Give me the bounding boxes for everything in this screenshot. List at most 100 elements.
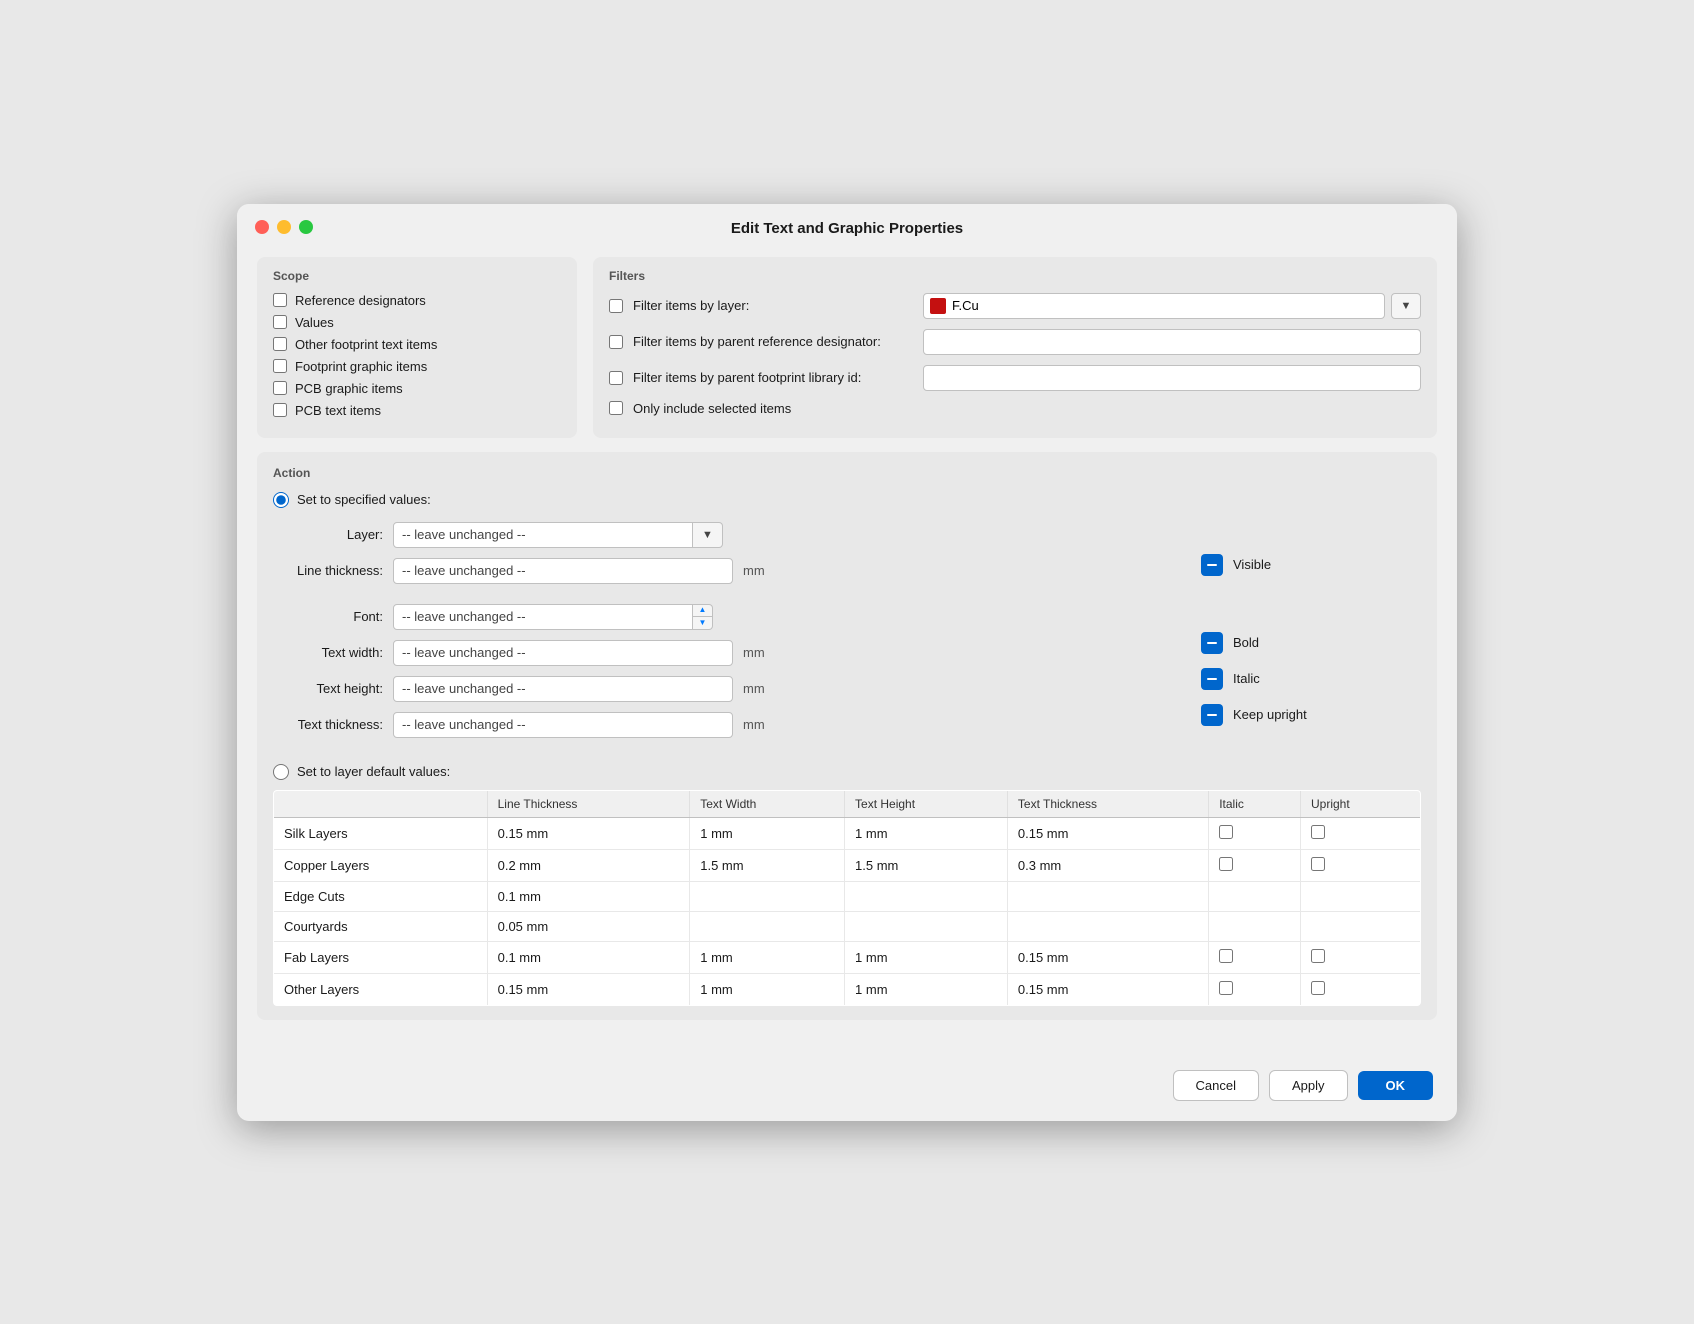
visible-toggle[interactable]	[1201, 554, 1223, 576]
line-thickness-input[interactable]	[393, 558, 733, 584]
only-selected-label: Only include selected items	[633, 401, 913, 416]
scope-label: Scope	[273, 269, 561, 283]
row-text-height-3	[845, 911, 1008, 941]
form-fields: Layer: ▼ Line thickness: mm	[273, 522, 1141, 748]
keep-upright-toggle-indicator	[1207, 714, 1217, 716]
defaults-table: Line Thickness Text Width Text Height Te…	[273, 790, 1421, 1006]
italic-label: Italic	[1233, 671, 1260, 686]
table-row: Fab Layers0.1 mm1 mm1 mm0.15 mm	[274, 941, 1421, 973]
italic-checkbox-1[interactable]	[1219, 857, 1233, 871]
italic-checkbox-0[interactable]	[1219, 825, 1233, 839]
upright-checkbox-4[interactable]	[1311, 949, 1325, 963]
filter-parent-ref-input[interactable]	[923, 329, 1421, 355]
row-text-height-5: 1 mm	[845, 973, 1008, 1005]
apply-button[interactable]: Apply	[1269, 1070, 1348, 1101]
row-upright-3	[1301, 911, 1421, 941]
pcb-graphic-checkbox[interactable]	[273, 381, 287, 395]
ref-designators-label: Reference designators	[295, 293, 426, 308]
traffic-lights	[255, 220, 313, 234]
italic-checkbox-5[interactable]	[1219, 981, 1233, 995]
row-text-width-5: 1 mm	[690, 973, 845, 1005]
font-spinbox-up[interactable]: ▲	[693, 605, 712, 618]
row-name-2: Edge Cuts	[274, 881, 488, 911]
italic-checkbox-4[interactable]	[1219, 949, 1233, 963]
keep-upright-label: Keep upright	[1233, 707, 1307, 722]
text-width-input[interactable]	[393, 640, 733, 666]
maximize-button[interactable]	[299, 220, 313, 234]
layer-field-input[interactable]	[393, 522, 693, 548]
scope-item-ref: Reference designators	[273, 293, 561, 308]
scope-item-pcb-text: PCB text items	[273, 403, 561, 418]
col-header-name	[274, 790, 488, 817]
row-upright-2	[1301, 881, 1421, 911]
row-text-width-3	[690, 911, 845, 941]
font-spinbox-down[interactable]: ▼	[693, 617, 712, 629]
layer-dropdown-wrap: ▼	[393, 522, 723, 548]
line-thickness-field-row: Line thickness: mm	[273, 558, 1141, 584]
row-text-width-1: 1.5 mm	[690, 849, 845, 881]
action-panel: Action Set to specified values: Layer: ▼	[257, 452, 1437, 1020]
row-upright-4	[1301, 941, 1421, 973]
bold-row: Bold	[1201, 632, 1421, 654]
other-footprint-checkbox[interactable]	[273, 337, 287, 351]
set-specified-radio[interactable]	[273, 492, 289, 508]
close-button[interactable]	[255, 220, 269, 234]
text-thickness-input[interactable]	[393, 712, 733, 738]
col-header-italic: Italic	[1209, 790, 1301, 817]
ref-designators-checkbox[interactable]	[273, 293, 287, 307]
only-selected-checkbox[interactable]	[609, 401, 623, 415]
italic-toggle[interactable]	[1201, 668, 1223, 690]
filter-selected-row: Only include selected items	[609, 401, 1421, 416]
text-height-input[interactable]	[393, 676, 733, 702]
bold-toggle[interactable]	[1201, 632, 1223, 654]
row-text-thickness-1: 0.3 mm	[1007, 849, 1208, 881]
titlebar: Edit Text and Graphic Properties	[237, 204, 1457, 247]
top-row: Scope Reference designators Values Other…	[257, 257, 1437, 438]
layer-dropdown-arrow[interactable]: ▼	[1391, 293, 1421, 319]
filter-parent-ref-checkbox[interactable]	[609, 335, 623, 349]
scope-panel: Scope Reference designators Values Other…	[257, 257, 577, 438]
font-label: Font:	[273, 609, 383, 624]
filter-footprint-checkbox[interactable]	[609, 371, 623, 385]
line-thickness-unit: mm	[743, 563, 768, 578]
ok-button[interactable]: OK	[1358, 1071, 1434, 1100]
layer-field-dropdown-btn[interactable]: ▼	[693, 522, 723, 548]
layer-select-display[interactable]: F.Cu	[923, 293, 1385, 319]
font-field-row: Font: ▲ ▼	[273, 604, 1141, 630]
row-upright-1	[1301, 849, 1421, 881]
cancel-button[interactable]: Cancel	[1173, 1070, 1259, 1101]
font-input[interactable]	[393, 604, 693, 630]
values-checkbox[interactable]	[273, 315, 287, 329]
filter-footprint-input[interactable]	[923, 365, 1421, 391]
row-text-width-2	[690, 881, 845, 911]
row-text-width-4: 1 mm	[690, 941, 845, 973]
upright-checkbox-1[interactable]	[1311, 857, 1325, 871]
upright-checkbox-0[interactable]	[1311, 825, 1325, 839]
row-name-1: Copper Layers	[274, 849, 488, 881]
keep-upright-toggle[interactable]	[1201, 704, 1223, 726]
row-text-thickness-0: 0.15 mm	[1007, 817, 1208, 849]
pcb-text-checkbox[interactable]	[273, 403, 287, 417]
filter-layer-checkbox[interactable]	[609, 299, 623, 313]
layer-field-label: Layer:	[273, 527, 383, 542]
italic-row: Italic	[1201, 668, 1421, 690]
set-layer-defaults-radio[interactable]	[273, 764, 289, 780]
keep-upright-row: Keep upright	[1201, 704, 1421, 726]
filter-footprint-row: Filter items by parent footprint library…	[609, 365, 1421, 391]
text-thickness-unit: mm	[743, 717, 768, 732]
scope-item-values: Values	[273, 315, 561, 330]
content-area: Scope Reference designators Values Other…	[237, 247, 1457, 1054]
footprint-graphic-label: Footprint graphic items	[295, 359, 427, 374]
layer-color-indicator	[930, 298, 946, 314]
table-row: Edge Cuts0.1 mm	[274, 881, 1421, 911]
upright-checkbox-5[interactable]	[1311, 981, 1325, 995]
row-name-3: Courtyards	[274, 911, 488, 941]
bold-label: Bold	[1233, 635, 1259, 650]
footprint-graphic-checkbox[interactable]	[273, 359, 287, 373]
layer-field-row: Layer: ▼	[273, 522, 1141, 548]
minimize-button[interactable]	[277, 220, 291, 234]
row-text-thickness-4: 0.15 mm	[1007, 941, 1208, 973]
visible-label: Visible	[1233, 557, 1271, 572]
text-thickness-label: Text thickness:	[273, 717, 383, 732]
pcb-text-label: PCB text items	[295, 403, 381, 418]
